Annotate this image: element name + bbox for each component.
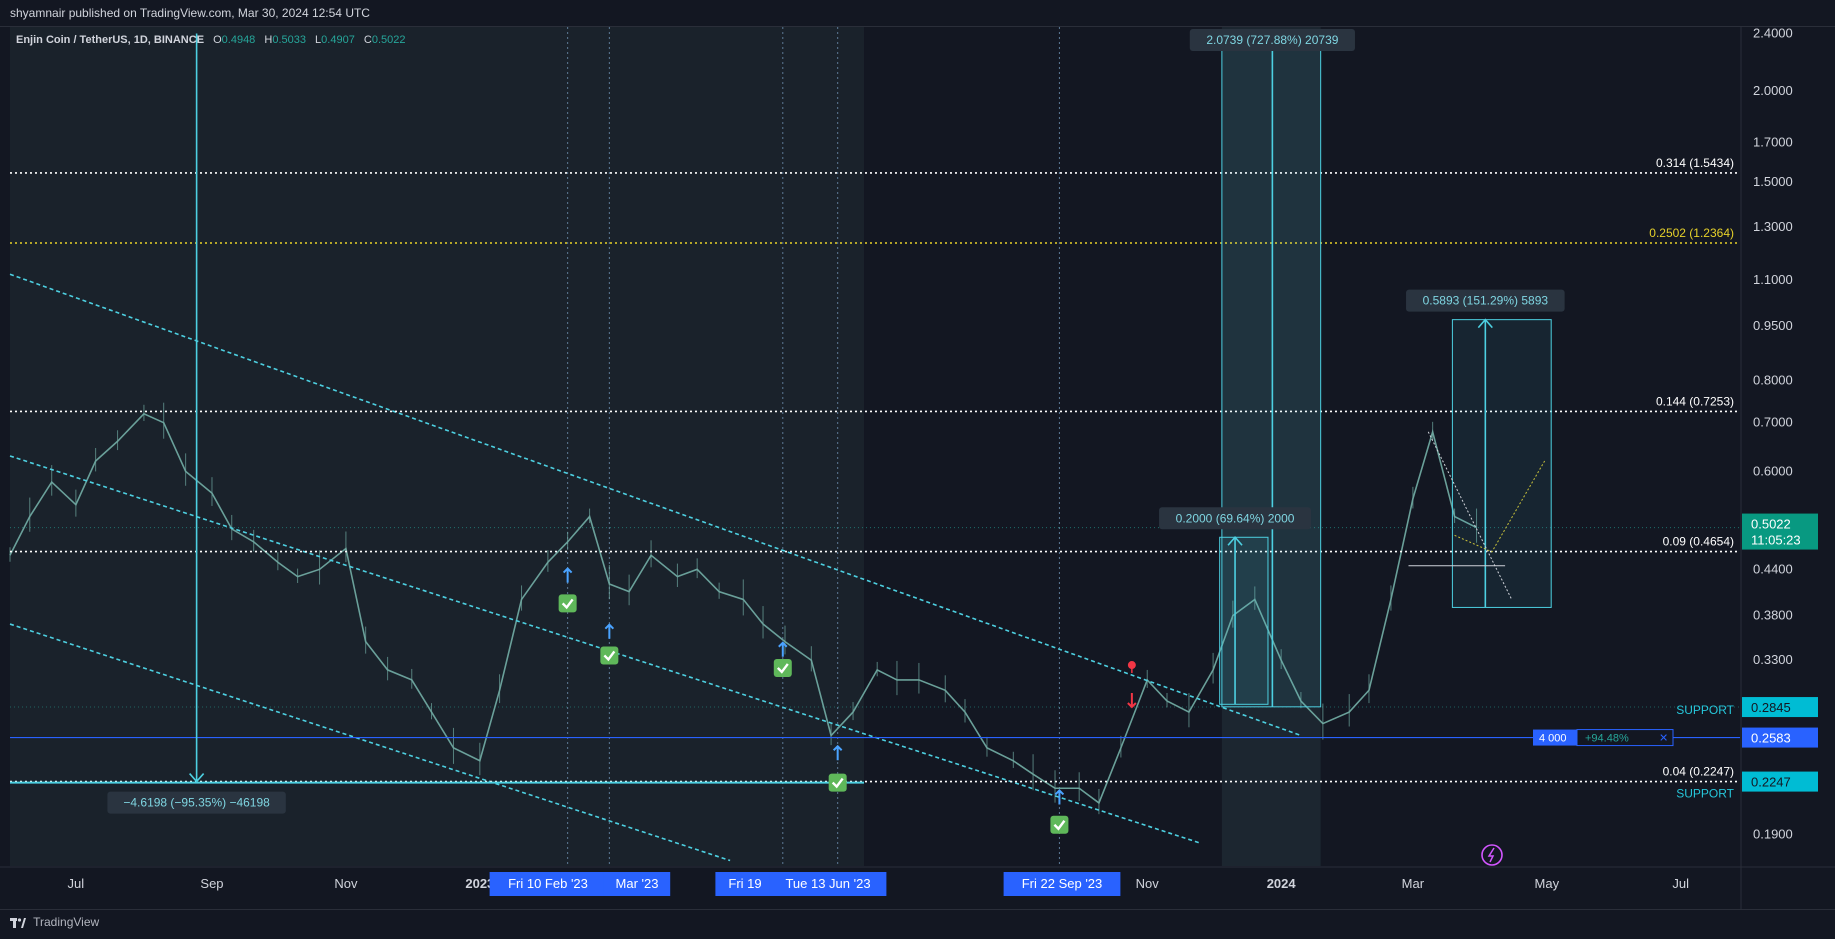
y-tick-label: 0.8000 [1753, 373, 1793, 388]
y-tick-label: 2.4000 [1753, 27, 1793, 41]
y-tick-label: 1.5000 [1753, 174, 1793, 189]
highlight-zone [10, 27, 865, 866]
close-label: C [363, 34, 372, 46]
price-axis-label: 0.2583 [1751, 731, 1791, 746]
x-tick-label: Mar [1402, 876, 1425, 891]
x-tick-label: Nov [334, 876, 358, 891]
y-tick-label: 0.1900 [1753, 827, 1793, 842]
check-icon [828, 773, 847, 792]
tradingview-logo-icon [10, 917, 26, 928]
measure-label: 0.2000 (69.64%) 2000 [1176, 511, 1295, 525]
date-axis-label: Fri 19 [728, 876, 761, 891]
y-tick-label: 0.3300 [1753, 652, 1793, 667]
current-price-label: 0.5022 [1751, 517, 1791, 532]
footer-bar: TradingView [0, 909, 1835, 939]
open-value: 0.4948 [221, 34, 256, 46]
y-tick-label: 0.6000 [1753, 463, 1793, 478]
order-pct: +94.48% [1585, 733, 1629, 745]
high-value: 0.5033 [272, 34, 306, 46]
fib-level-label: 0.09 (0.4654) [1663, 535, 1734, 549]
fib-level-label: 0.144 (0.7253) [1656, 394, 1734, 408]
countdown-label: 11:05:23 [1751, 533, 1801, 548]
check-icon [1050, 815, 1069, 834]
x-tick-label: Jul [1672, 876, 1689, 891]
y-tick-label: 1.1000 [1753, 272, 1793, 287]
fib-level-label: 0.2502 (1.2364) [1649, 226, 1734, 240]
order-widget[interactable]: 4 000 +94.48% ✕ [1533, 729, 1674, 747]
check-icon [773, 658, 792, 677]
symbol-title: Enjin Coin / TetherUS, 1D, BINANCE [16, 34, 205, 46]
x-tick-label: Sep [200, 876, 223, 891]
publish-text: shyamnair published on TradingView.com, … [10, 6, 370, 20]
measure-label: −4.6198 (−95.35%) −46198 [123, 796, 270, 810]
order-qty: 4 000 [1539, 733, 1567, 745]
date-axis-label: Mar '23 [616, 876, 659, 891]
support-label: SUPPORT [1676, 703, 1734, 717]
date-axis-label: Fri 10 Feb '23 [508, 876, 588, 891]
measure-label: 0.5893 (151.29%) 5893 [1423, 294, 1549, 308]
y-tick-label: 0.4400 [1753, 561, 1793, 576]
x-tick-label: 2024 [1267, 876, 1297, 891]
y-tick-label: 2.0000 [1753, 83, 1793, 98]
x-tick-label: May [1535, 876, 1560, 891]
measure-box [1451, 319, 1552, 608]
price-axis-label: 0.2247 [1751, 775, 1791, 790]
y-tick-label: 0.7000 [1753, 415, 1793, 430]
measure-label: 2.0739 (727.88%) 20739 [1206, 33, 1338, 47]
ohlc-legend: Enjin Coin / TetherUS, 1D, BINANCE O0.49… [16, 34, 406, 46]
fib-level-label: 0.04 (0.2247) [1663, 765, 1734, 779]
y-tick-label: 0.9500 [1753, 318, 1793, 333]
date-axis-label: Tue 13 Jun '23 [785, 876, 870, 891]
close-order-icon[interactable]: ✕ [1659, 733, 1668, 745]
x-tick-label: Nov [1136, 876, 1160, 891]
close-value: 0.5022 [371, 34, 406, 46]
fib-level-label: 0.314 (1.5434) [1656, 156, 1734, 170]
open-label: O [213, 34, 222, 46]
low-value: 0.4907 [321, 34, 355, 46]
date-axis-label: Fri 22 Sep '23 [1022, 876, 1103, 891]
y-tick-label: 1.3000 [1753, 219, 1793, 234]
tradingview-brand: TradingView [33, 915, 100, 929]
price-chart[interactable]: 0.314 (1.5434) 0.2502 (1.2364) 0.144 (0.72… [0, 27, 1835, 909]
x-tick-label: Jul [68, 876, 85, 891]
y-tick-label: 1.7000 [1753, 134, 1793, 149]
price-axis-label: 0.2845 [1751, 700, 1791, 715]
support-label: SUPPORT [1676, 786, 1734, 800]
check-icon [600, 646, 619, 665]
measure-box [1219, 536, 1269, 705]
publish-header: shyamnair published on TradingView.com, … [0, 0, 1835, 27]
check-icon [558, 594, 577, 613]
y-tick-label: 0.3800 [1753, 608, 1793, 623]
